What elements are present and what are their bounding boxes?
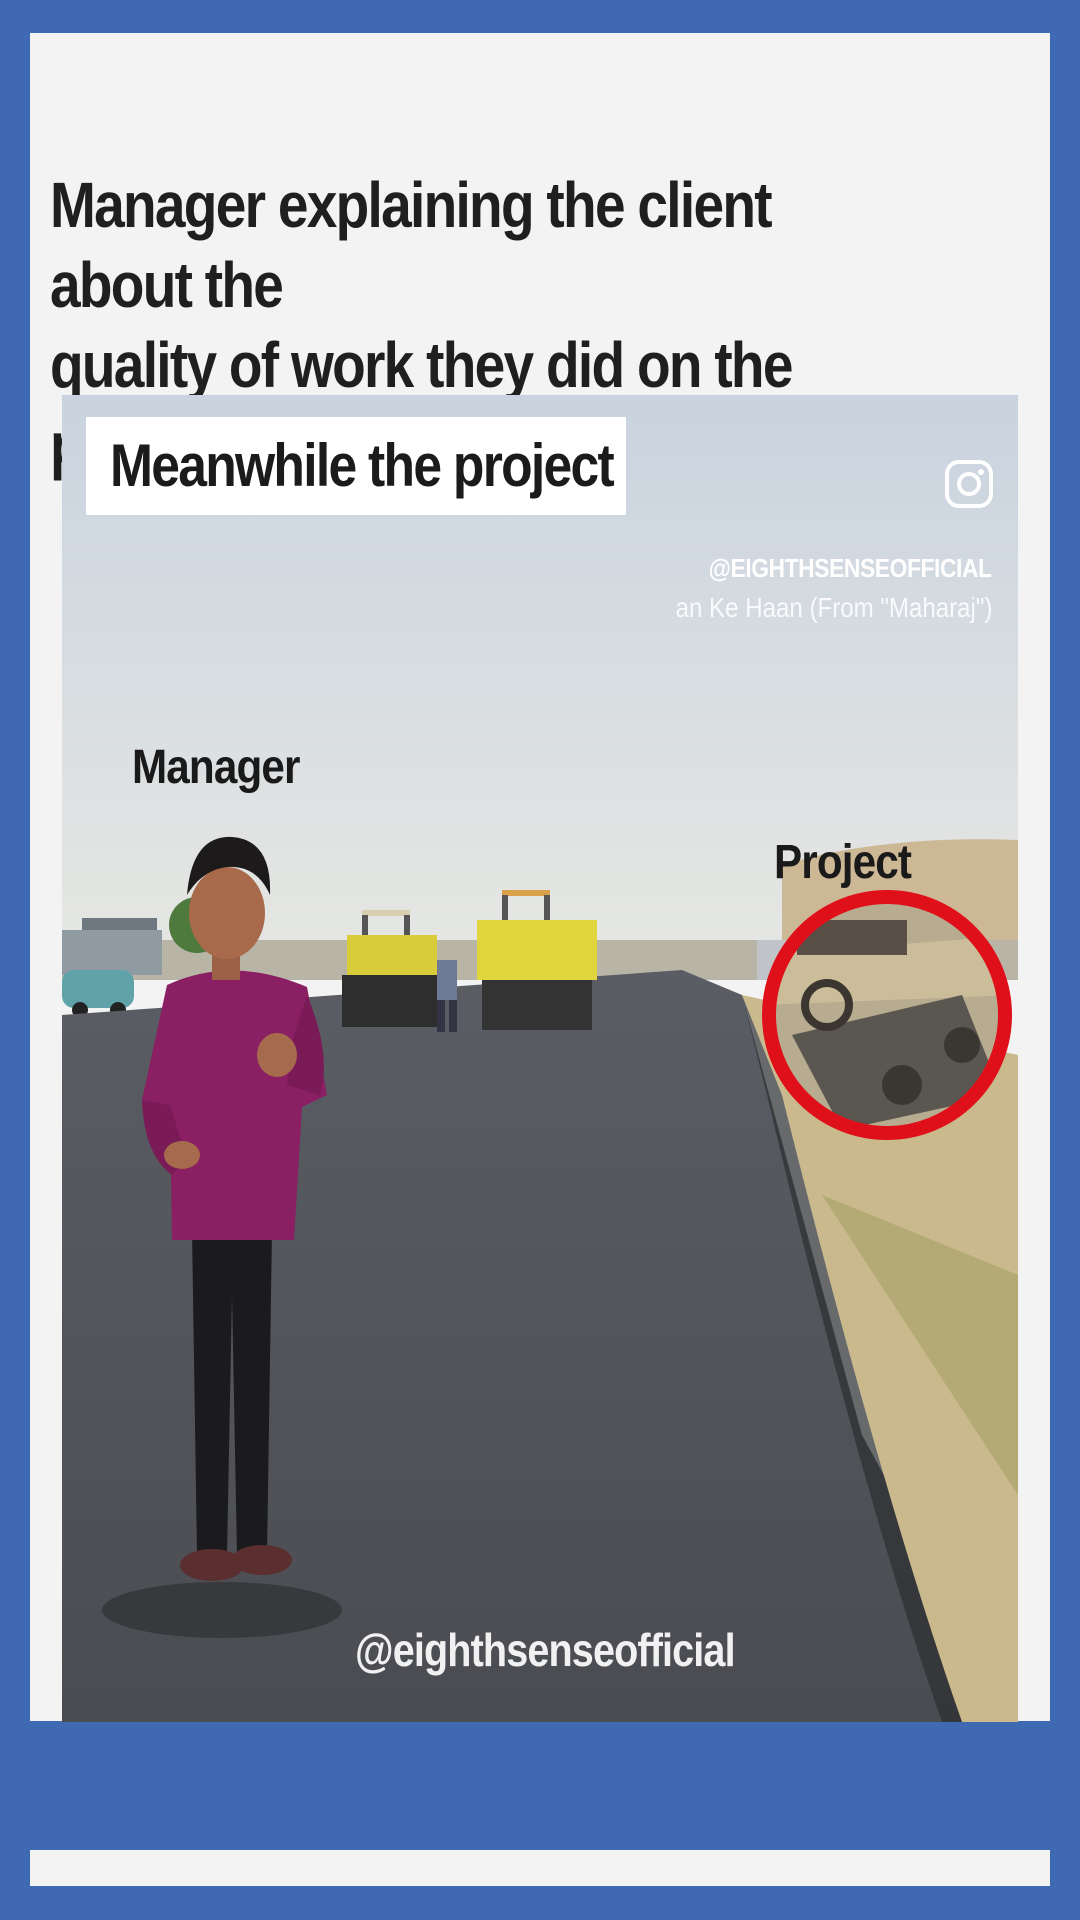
label-manager: Manager xyxy=(132,741,300,794)
bottom-band xyxy=(0,1722,1080,1850)
watermark-handle: @eighthsenseofficial xyxy=(355,1624,736,1676)
building xyxy=(62,930,162,975)
label-project: Project xyxy=(774,836,912,889)
instagram-handle[interactable]: @EIGHTHSENSEOFFICIAL xyxy=(709,553,992,584)
caption-box: Meanwhile the project xyxy=(86,417,626,515)
bottom-strip xyxy=(30,1850,1050,1886)
audio-track-label: an Ke Haan (From "Maharaj") xyxy=(675,592,992,623)
video-frame[interactable]: Meanwhile the project @EIGHTHSENSEOFFICI… xyxy=(62,395,1018,1722)
car xyxy=(62,970,134,1008)
caption-text: Meanwhile the project xyxy=(110,432,615,499)
instagram-icon[interactable] xyxy=(944,459,994,509)
worker xyxy=(437,960,457,1000)
